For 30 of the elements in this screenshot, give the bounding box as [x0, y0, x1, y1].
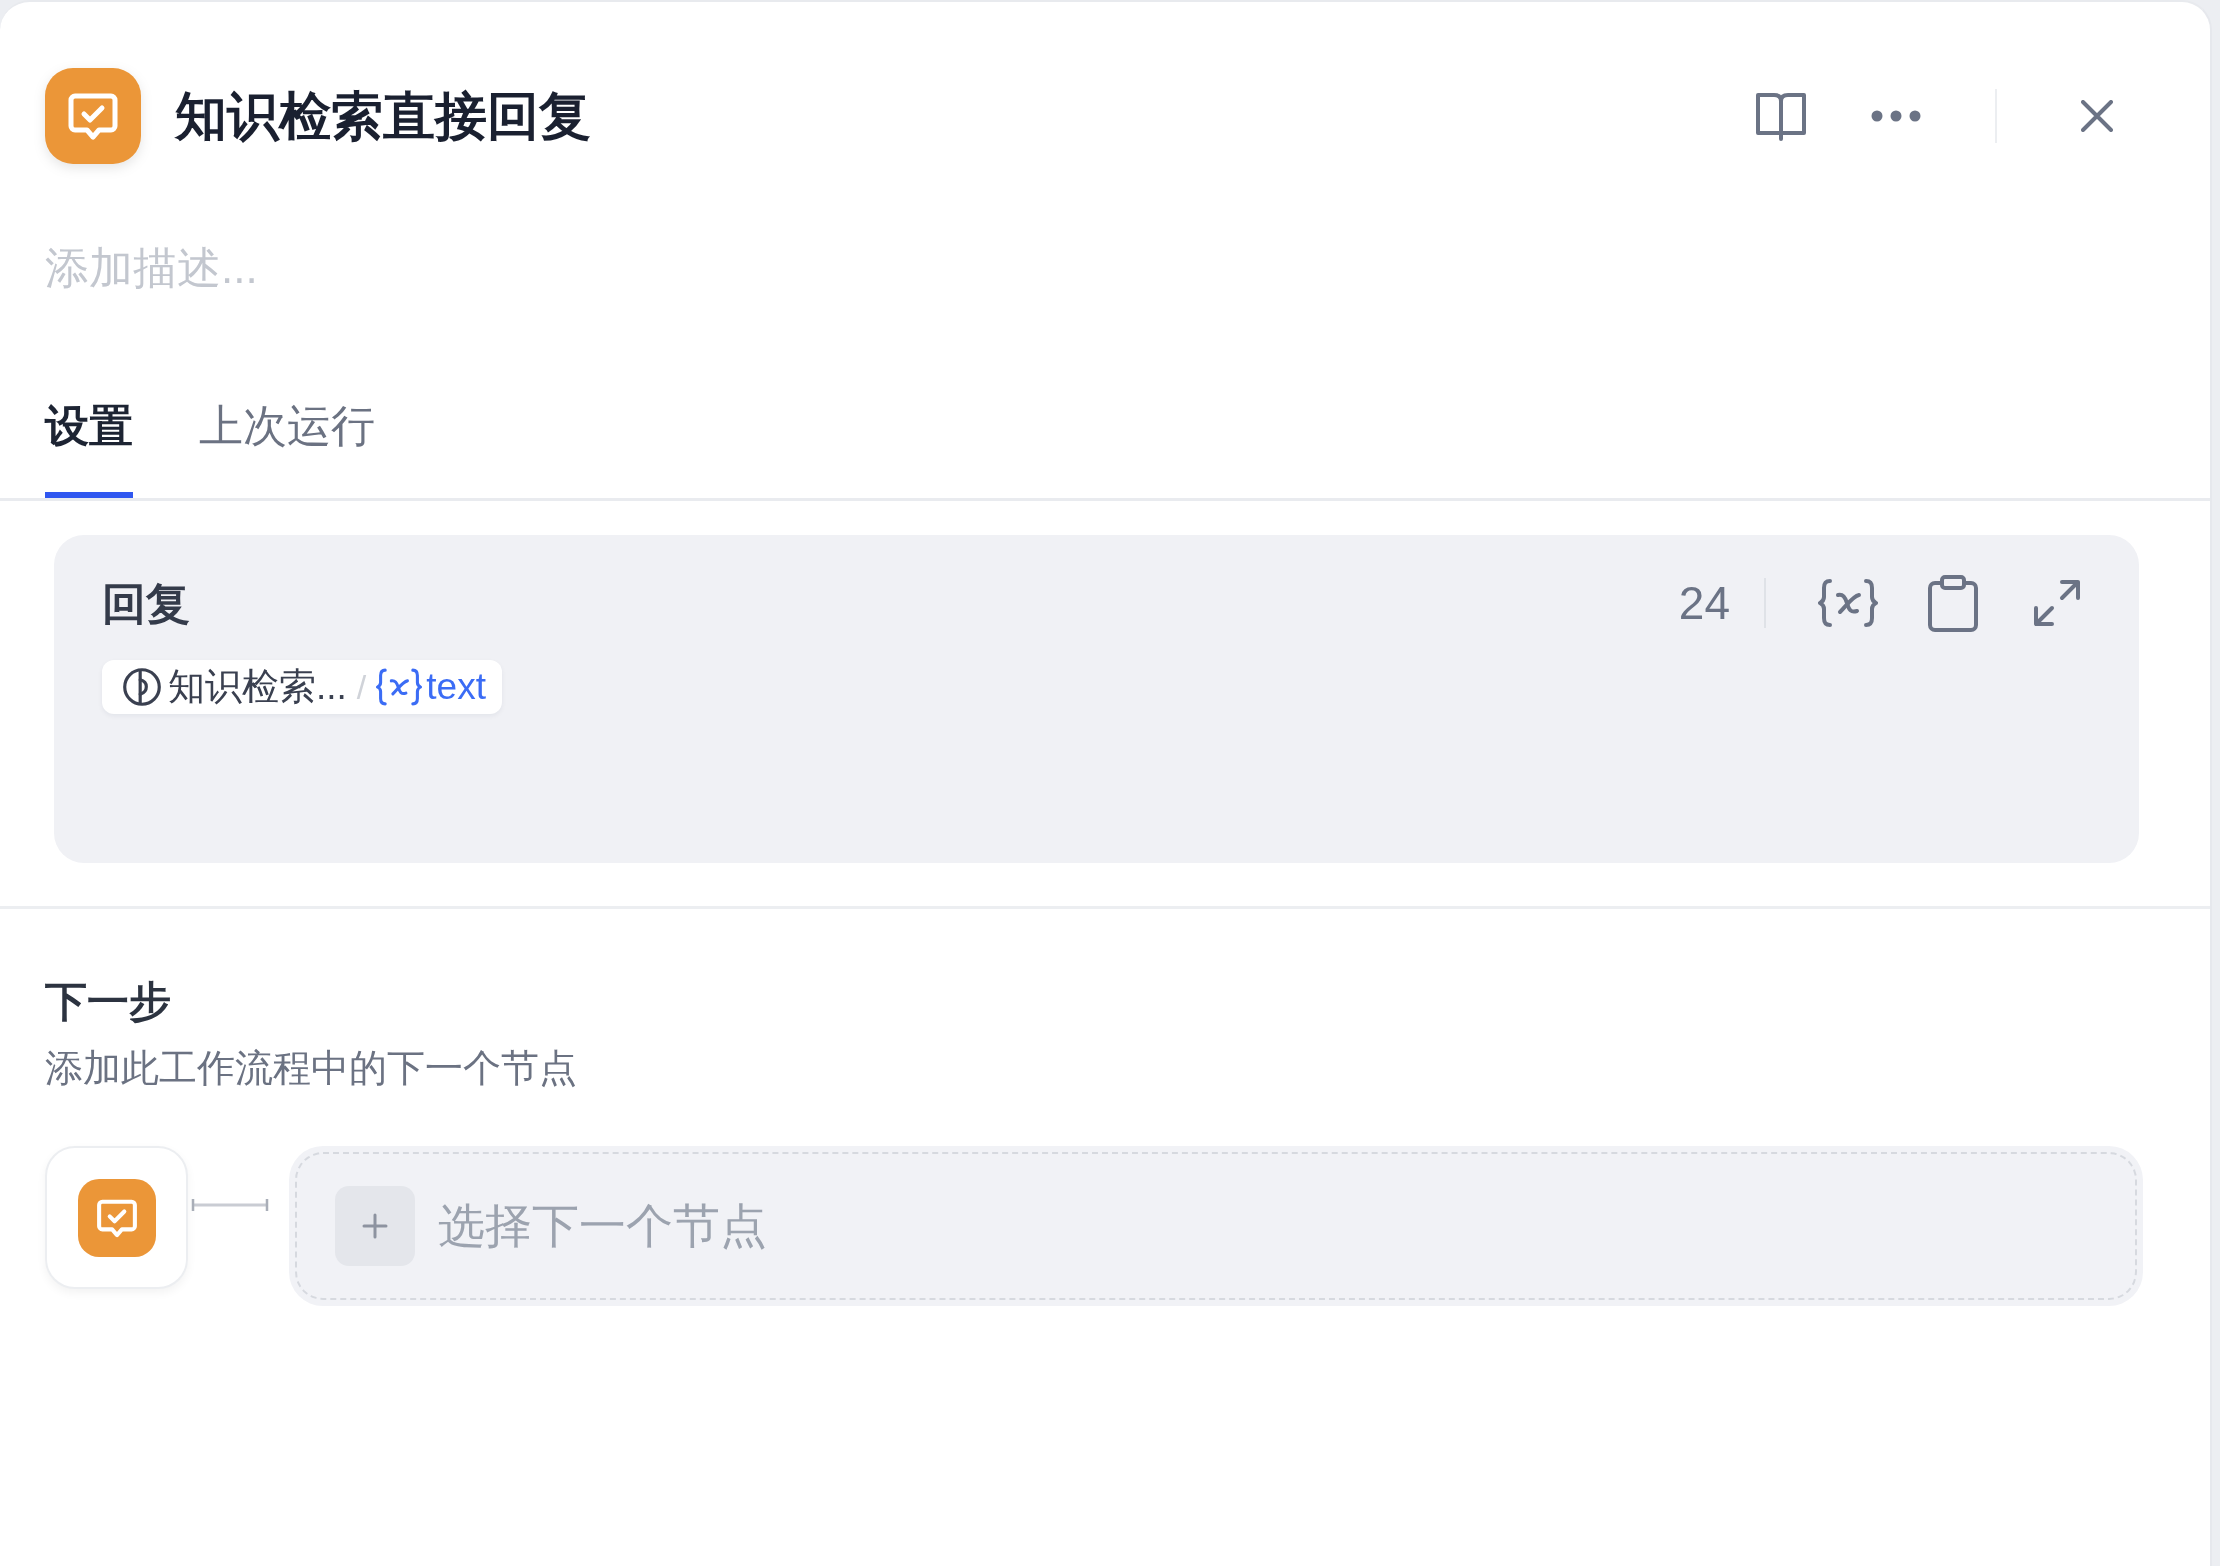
circle-icon — [122, 667, 162, 707]
expand-button[interactable] — [2032, 578, 2082, 628]
close-icon — [2081, 100, 2113, 132]
variable-icon — [1818, 578, 1878, 628]
reply-label: 回复 — [102, 577, 190, 630]
copy-button[interactable] — [1928, 574, 1978, 632]
description-input-field[interactable]: 添加描述... — [45, 238, 945, 298]
expand-icon — [2032, 578, 2082, 628]
clipboard-icon — [1928, 574, 1978, 632]
close-button[interactable] — [2081, 100, 2113, 132]
next-step-title: 下一步 — [45, 977, 172, 1027]
chat-check-icon — [45, 68, 141, 164]
tag-separator: / — [356, 666, 367, 708]
plus-icon — [335, 1186, 415, 1266]
variable-name: text — [426, 665, 486, 710]
more-button[interactable] — [1871, 110, 1921, 122]
char-count: 24 — [1678, 576, 1730, 630]
insert-variable-button[interactable] — [1818, 578, 1878, 628]
reply-input-field[interactable]: 知识检索... / text — [102, 660, 2082, 810]
chat-check-icon — [77, 1178, 156, 1257]
node-title: 知识检索直接回复 — [175, 85, 591, 147]
tab[interactable]: 设置 — [45, 399, 133, 498]
book-icon — [1755, 90, 1807, 142]
next-step-subtitle: 添加此工作流程中的下一个节点 — [45, 1046, 578, 1091]
more-icon — [1871, 110, 1921, 122]
variable-icon — [376, 667, 423, 707]
node-card[interactable] — [45, 1146, 188, 1289]
tab[interactable]: 上次运行 — [199, 399, 375, 498]
tag-node-name: 知识检索... — [168, 665, 347, 710]
docs-button[interactable] — [1755, 90, 1807, 142]
